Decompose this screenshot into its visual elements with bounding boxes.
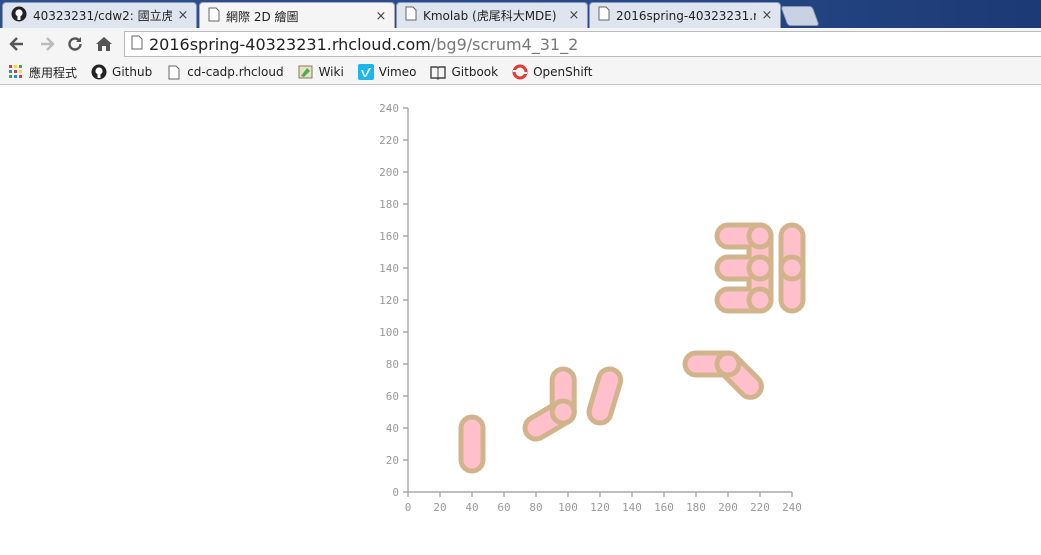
bookmark-label: OpenShift (533, 65, 593, 79)
url-host: 2016spring-40323231.rhcloud.com (149, 34, 431, 54)
y-tick-label: 40 (386, 422, 399, 435)
bookmark-github[interactable]: Github (91, 64, 152, 80)
back-icon[interactable] (7, 34, 27, 54)
bookmark-label: Vimeo (378, 65, 417, 79)
y-tick-label: 80 (386, 358, 399, 371)
address-bar[interactable]: 2016spring-40323231.rhcloud.com/bg9/scru… (124, 31, 1041, 57)
close-icon[interactable]: × (760, 8, 774, 23)
gitbook-icon (430, 64, 447, 80)
joint-pin (778, 254, 806, 282)
y-tick-label: 200 (379, 166, 399, 179)
close-icon[interactable]: × (567, 8, 581, 23)
github-icon (11, 6, 27, 26)
openshift-icon (512, 64, 528, 80)
x-tick-label: 240 (782, 501, 802, 514)
x-tick-label: 100 (558, 501, 578, 514)
joint-pin (549, 398, 577, 426)
bookmark-label: Gitbook (451, 65, 499, 79)
y-tick-label: 240 (379, 102, 399, 115)
tab-title: 2016spring-40323231.rh (616, 8, 756, 23)
reload-icon[interactable] (65, 34, 85, 54)
url-text: 2016spring-40323231.rhcloud.com/bg9/scru… (149, 35, 578, 54)
bookmark-vimeo[interactable]: Vimeo (357, 64, 417, 80)
vimeo-icon (357, 64, 374, 80)
bookmark-apps[interactable]: 應用程式 (8, 64, 77, 81)
y-tick-label: 100 (379, 326, 399, 339)
page-icon (166, 64, 182, 80)
tab-github[interactable]: 40323231/cdw2: 國立虎尾 × (2, 2, 197, 28)
x-tick-label: 200 (718, 501, 738, 514)
forward-icon[interactable] (37, 34, 57, 54)
y-tick-label: 220 (379, 134, 399, 147)
close-icon[interactable]: × (374, 9, 388, 24)
bookmark-wiki[interactable]: Wiki (298, 64, 344, 80)
y-tick-label: 60 (386, 390, 399, 403)
tab-title: 網際 2D 繪圖 (226, 9, 299, 24)
drawing-canvas: 0 20 40 60 80 100 120 140 160 180 200 220 240 0 20 40 60… (0, 85, 1041, 551)
joint-pin (746, 254, 774, 282)
y-tick-label: 140 (379, 262, 399, 275)
bookmark-label: Github (112, 65, 153, 79)
tab-2016spring[interactable]: 2016spring-40323231.rh × (589, 2, 781, 28)
x-tick-label: 180 (686, 501, 706, 514)
bookmark-label: cd-cadp.rhcloud (187, 65, 284, 79)
bookmark-gitbook[interactable]: Gitbook (430, 64, 498, 80)
x-tick-label: 160 (654, 501, 674, 514)
page-icon (131, 35, 143, 54)
plot-svg: 0 20 40 60 80 100 120 140 160 180 200 220 240 0 20 40 60… (379, 102, 806, 514)
bookmark-openshift[interactable]: OpenShift (512, 64, 592, 80)
x-tick-label: 40 (465, 501, 478, 514)
github-icon (91, 64, 107, 80)
joint-pin (746, 222, 774, 250)
close-icon[interactable]: × (176, 8, 190, 23)
tab-web-2d-drawing[interactable]: 網際 2D 繪圖 × (199, 2, 395, 29)
x-tick-label: 140 (622, 501, 642, 514)
home-icon[interactable] (94, 34, 114, 54)
y-tick-label: 0 (392, 486, 399, 499)
tab-kmolab[interactable]: Kmolab (虎尾科大MDE) × (396, 2, 588, 28)
x-tick-label: 60 (497, 501, 510, 514)
new-tab-button[interactable] (780, 6, 820, 26)
page-icon (405, 6, 417, 25)
y-tick-label: 180 (379, 198, 399, 211)
apps-grid-icon (8, 64, 24, 80)
bookmarks-bar: 應用程式 Github cd-cadp.rhcloud Wiki Vimeo G… (0, 60, 1041, 85)
joint-pin (714, 350, 742, 378)
y-tick-label: 160 (379, 230, 399, 243)
page-icon (598, 6, 610, 25)
x-tick-label: 220 (750, 501, 770, 514)
tab-title: 40323231/cdw2: 國立虎尾 (33, 9, 172, 23)
link-body (591, 371, 619, 421)
bookmark-label: Wiki (318, 65, 344, 79)
x-tick-label: 20 (433, 501, 446, 514)
wiki-icon (298, 64, 314, 80)
x-tick-label: 80 (529, 501, 542, 514)
page-icon (208, 7, 220, 26)
bookmark-cd-cadp[interactable]: cd-cadp.rhcloud (166, 64, 284, 80)
y-tick-label: 120 (379, 294, 399, 307)
tab-strip: 40323231/cdw2: 國立虎尾 × 網際 2D 繪圖 × Kmolab … (0, 0, 1041, 29)
y-tick-label: 20 (386, 454, 399, 467)
tab-title: Kmolab (虎尾科大MDE) (423, 9, 557, 23)
x-tick-label: 120 (590, 501, 610, 514)
joint-pin (746, 286, 774, 314)
bookmark-label: 應用程式 (29, 65, 78, 80)
url-path: /bg9/scrum4_31_2 (430, 34, 579, 54)
x-tick-label: 0 (405, 501, 412, 514)
